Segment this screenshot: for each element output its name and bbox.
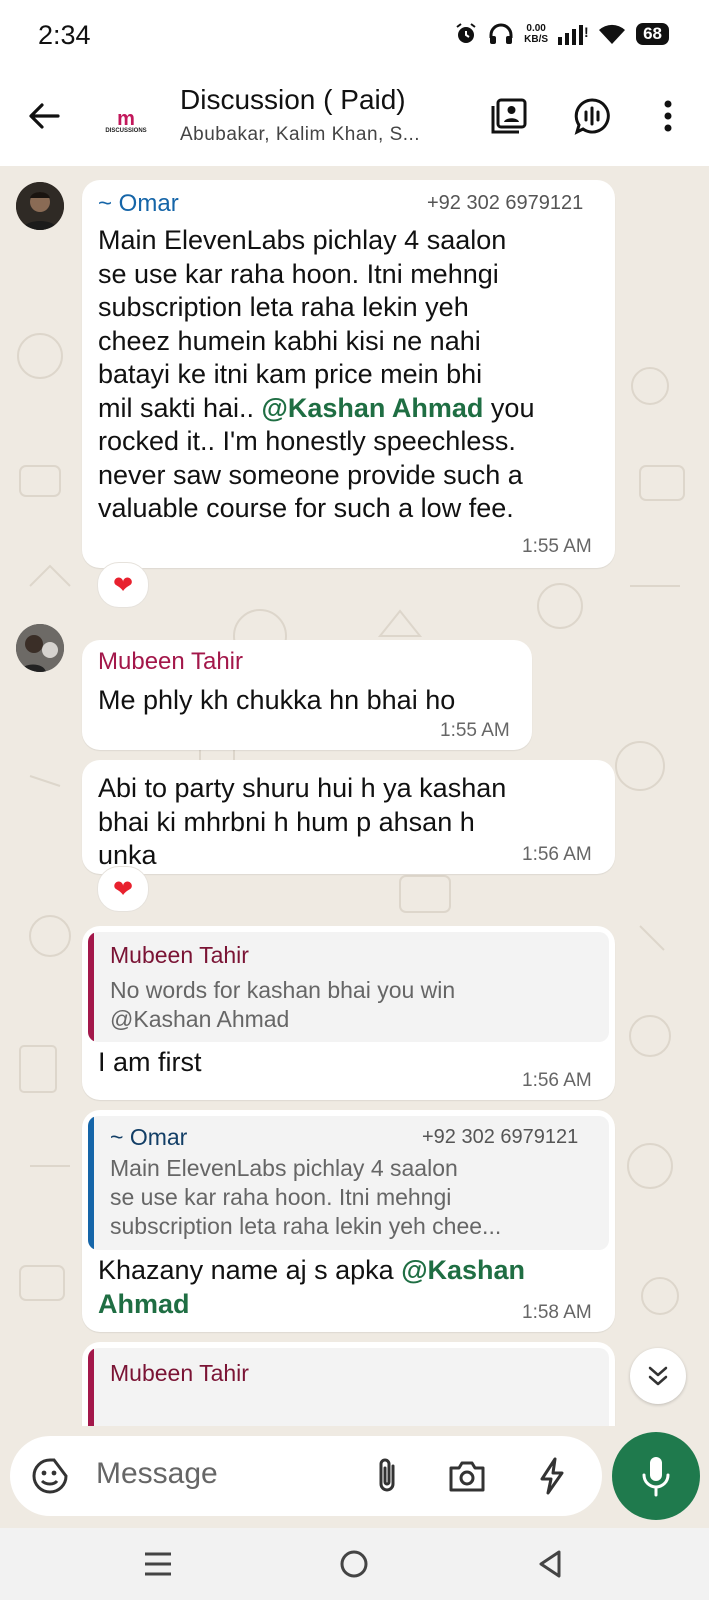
attach-icon [379,1458,395,1492]
alarm-icon [456,23,476,43]
reaction-heart[interactable]: ❤ [97,866,149,912]
menu-icon [145,1552,171,1576]
message-text: Khazany name aj s apka @Kashan Ahmad [98,1254,525,1321]
logo-mark: m [117,108,135,130]
message-time: 1:56 AM [522,1070,592,1091]
voice-record-button[interactable] [612,1432,700,1520]
logo-text: DISCUSSIONS [105,128,147,134]
sender-avatar-mubeen[interactable] [16,624,64,672]
headphones-icon [489,23,513,44]
message-text: Main ElevenLabs pichlay 4 saalon se use … [98,225,535,523]
message-composer [10,1436,602,1516]
message-time: 1:58 AM [522,1302,592,1323]
emoji-button[interactable] [30,1456,70,1496]
svg-text:!: ! [584,24,588,40]
chat-title[interactable]: Discussion ( Paid) [180,84,406,116]
quoted-message[interactable]: Mubeen Tahir [88,1348,609,1426]
chat-participants[interactable]: Abubakar, Kalim Khan, S... [180,124,420,146]
sticker-icon [32,1458,68,1494]
sender-name[interactable]: Mubeen Tahir [98,648,243,676]
chat-header: m DISCUSSIONS Discussion ( Paid) Abubaka… [0,76,709,166]
wifi-icon [599,24,626,44]
message-time: 1:56 AM [522,844,592,865]
quoted-message[interactable]: ~ Omar +92 302 6979121 Main ElevenLabs p… [88,1116,609,1250]
quoted-text: No words for kashan bhai you win @Kashan… [110,977,456,1032]
circle-home-icon [340,1550,368,1578]
attach-button[interactable] [368,1456,408,1496]
message-bubble[interactable]: Abi to party shuru hui h ya kashan bhai … [82,760,615,874]
message-bubble-mubeen[interactable]: Mubeen Tahir Me phly kh chukka hn bhai h… [82,640,532,750]
back-button[interactable] [24,96,64,136]
status-time: 2:34 [38,20,91,50]
quick-reply-button[interactable] [532,1456,572,1496]
message-bubble-reply[interactable]: Mubeen Tahir No words for kashan bhai yo… [82,926,615,1100]
quote-bar [88,932,94,1042]
quoted-text: Main ElevenLabs pichlay 4 saalon se use … [110,1155,502,1239]
quote-bar [88,1116,94,1250]
status-icons: 0.00 KB/S ! 68 [454,22,669,46]
recents-button[interactable] [140,1546,176,1582]
triangle-back-icon [539,1550,561,1578]
lightning-icon [540,1457,564,1495]
camera-button[interactable] [447,1456,487,1496]
message-bubble-reply[interactable]: Mubeen Tahir [82,1342,615,1426]
more-options-button[interactable] [646,94,690,138]
chat-area[interactable]: ~ Omar +92 302 6979121 Main ElevenLabs p… [0,166,709,1426]
net-speed: 0.00 KB/S [524,23,549,45]
status-bar: 2:34 0.00 KB/S ! 68 [0,0,709,76]
voice-chat-button[interactable] [570,94,614,138]
quoted-phone: +92 302 6979121 [422,1126,579,1148]
mention-link[interactable]: @Kashan [401,1255,525,1285]
home-button[interactable] [336,1546,372,1582]
quoted-sender: Mubeen Tahir [110,942,249,968]
contact-card-button[interactable] [487,94,531,138]
mention-link[interactable]: Ahmad [98,1288,525,1322]
signal-icon: ! [558,24,588,45]
battery-level: 68 [636,23,669,45]
message-time: 1:55 AM [522,536,592,557]
quoted-message[interactable]: Mubeen Tahir No words for kashan bhai yo… [88,932,609,1042]
avatar-image [16,624,64,672]
message-text: Abi to party shuru hui h ya kashan bhai … [98,773,507,870]
camera-icon [449,1461,485,1492]
sender-avatar-omar[interactable] [16,182,64,230]
reaction-heart[interactable]: ❤ [97,562,149,608]
voice-chat-icon [574,98,610,135]
avatar-image [16,182,64,230]
sender-name[interactable]: ~ Omar [98,190,179,218]
back-arrow-icon [29,103,60,129]
sender-phone: +92 302 6979121 [427,192,584,214]
mic-icon [642,1457,670,1497]
message-bubble-reply[interactable]: ~ Omar +92 302 6979121 Main ElevenLabs p… [82,1110,615,1332]
system-nav-bar [0,1528,709,1600]
message-text: I am first [98,1047,202,1077]
mention-link[interactable]: @Kashan Ahmad [262,393,484,423]
quote-bar [88,1348,94,1426]
back-nav-button[interactable] [532,1546,568,1582]
message-time: 1:55 AM [440,720,510,741]
more-vert-icon [664,100,672,132]
message-text: Me phly kh chukka hn bhai ho [98,685,456,715]
message-bubble-omar[interactable]: ~ Omar +92 302 6979121 Main ElevenLabs p… [82,180,615,568]
quoted-sender: Mubeen Tahir [110,1360,249,1386]
group-avatar[interactable]: m DISCUSSIONS [98,94,154,150]
scroll-to-bottom-button[interactable] [630,1348,686,1404]
message-input[interactable] [94,1456,348,1492]
quoted-sender: ~ Omar [110,1124,188,1150]
contact-card-icon [491,98,527,134]
chevron-double-down-icon [648,1366,668,1386]
